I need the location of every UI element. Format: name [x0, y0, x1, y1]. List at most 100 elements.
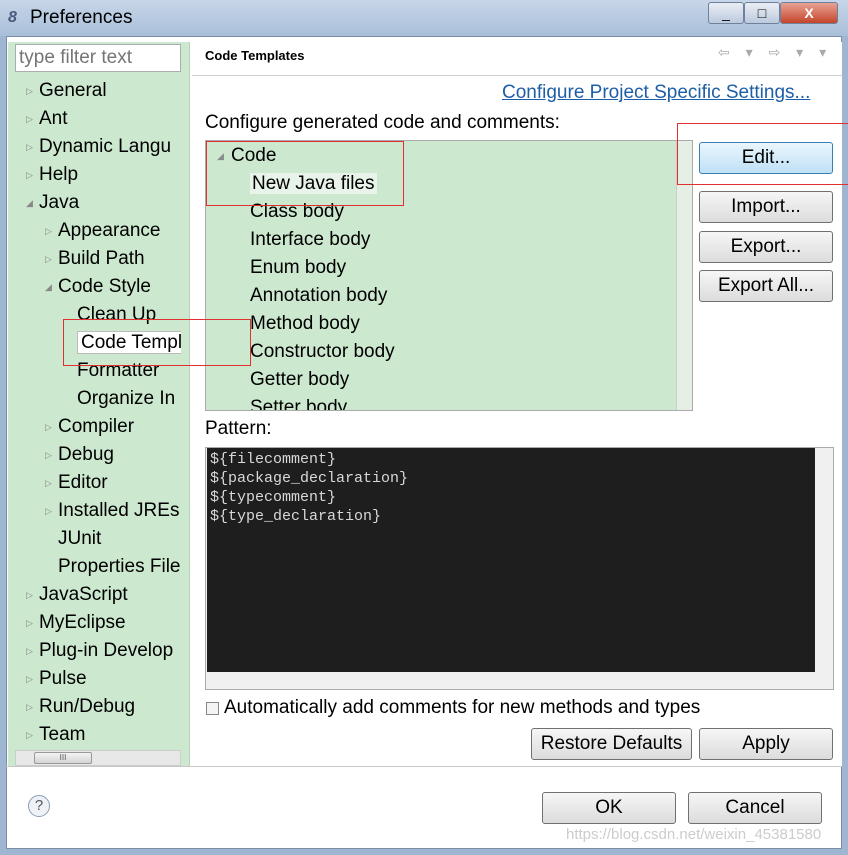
tree-item[interactable]: ◢ Code Style: [45, 274, 151, 300]
collapsed-arrow-icon[interactable]: ▷: [26, 610, 33, 636]
tree-item-label: Plug-in Develop: [39, 640, 174, 661]
footer-divider: [6, 766, 842, 767]
collapsed-arrow-icon[interactable]: ▷: [26, 78, 33, 104]
collapsed-arrow-icon[interactable]: ▷: [45, 414, 52, 440]
tree-item[interactable]: ▷ Pulse: [26, 666, 87, 692]
nav-arrows-icon[interactable]: ⇦ ▾ ⇨ ▾ ▾: [718, 44, 832, 61]
ok-button[interactable]: OK: [542, 792, 676, 824]
template-item-label: Setter body: [250, 397, 348, 411]
tree-item-label: Installed JREs: [58, 500, 180, 521]
tree-item[interactable]: ▷ Plug-in Develop: [26, 638, 174, 664]
template-item[interactable]: Annotation body: [250, 283, 387, 309]
tree-item[interactable]: ◢ Java: [26, 190, 79, 216]
annotation-box: [677, 123, 848, 185]
tree-item-label: Compiler: [58, 416, 135, 437]
template-item[interactable]: Getter body: [250, 367, 349, 393]
editor-vscrollbar[interactable]: [815, 448, 833, 672]
tree-item-label: Run/Debug: [39, 696, 136, 717]
pattern-editor[interactable]: ${filecomment} ${package_declaration} ${…: [207, 448, 815, 672]
tree-item[interactable]: ▷ Build Path: [45, 246, 145, 272]
annotation-box: [63, 319, 251, 366]
tree-item[interactable]: Properties File: [58, 554, 181, 580]
help-icon[interactable]: ?: [28, 795, 50, 817]
collapsed-arrow-icon[interactable]: ▷: [45, 246, 52, 272]
template-item-label: Enum body: [250, 257, 347, 278]
tree-item[interactable]: ▷ MyEclipse: [26, 610, 126, 636]
expanded-arrow-icon[interactable]: ◢: [45, 274, 52, 300]
tree-item[interactable]: ▷ Editor: [45, 470, 108, 496]
collapsed-arrow-icon[interactable]: ▷: [45, 498, 52, 524]
export-button[interactable]: Export...: [699, 231, 833, 263]
apply-button[interactable]: Apply: [699, 728, 833, 760]
template-item-label: Interface body: [250, 229, 371, 250]
tree-item-label: Help: [39, 164, 79, 185]
collapsed-arrow-icon[interactable]: ▷: [26, 134, 33, 160]
tree-item-label: Ant: [39, 108, 68, 129]
template-item-label: Annotation body: [250, 285, 388, 306]
tree-item-label: Code Style: [58, 276, 151, 297]
import-button[interactable]: Import...: [699, 191, 833, 223]
collapsed-arrow-icon[interactable]: ▷: [26, 722, 33, 748]
app-icon: 8: [8, 9, 17, 26]
collapsed-arrow-icon[interactable]: ▷: [45, 442, 52, 468]
tree-item-label: Organize In: [77, 388, 176, 409]
expanded-arrow-icon[interactable]: ◢: [26, 190, 33, 216]
tree-item-label: JUnit: [58, 528, 102, 549]
template-item[interactable]: Interface body: [250, 227, 370, 253]
tree-item[interactable]: ▷ Appearance: [45, 218, 160, 244]
tree-item[interactable]: ▷ Team: [26, 722, 86, 748]
restore-defaults-button[interactable]: Restore Defaults: [531, 728, 692, 760]
project-settings-link[interactable]: Configure Project Specific Settings...: [502, 82, 810, 104]
tree-item-label: Team: [39, 724, 86, 745]
auto-comments-checkbox[interactable]: [206, 702, 219, 715]
editor-hscrollbar[interactable]: [207, 672, 815, 689]
collapsed-arrow-icon[interactable]: ▷: [26, 582, 33, 608]
tree-item-label: Debug: [58, 444, 114, 465]
close-button[interactable]: X: [780, 2, 838, 24]
tree-item[interactable]: Organize In: [77, 386, 175, 412]
tree-item[interactable]: ▷ General: [26, 78, 107, 104]
tree-item[interactable]: ▷ Installed JREs: [45, 498, 180, 524]
template-item-label: Getter body: [250, 369, 350, 390]
tree-item-label: Pulse: [39, 668, 87, 689]
collapsed-arrow-icon[interactable]: ▷: [26, 666, 33, 692]
collapsed-arrow-icon[interactable]: ▷: [26, 106, 33, 132]
preference-tree: ▷ General ▷ Ant ▷ Dynamic Langu ▷ Help ◢ Java ▷ App…: [15, 77, 181, 749]
tree-item[interactable]: ▷ Help: [26, 162, 79, 188]
tree-item-label: MyEclipse: [39, 612, 126, 633]
collapsed-arrow-icon[interactable]: ▷: [45, 470, 52, 496]
header-divider: [192, 75, 842, 76]
tree-item[interactable]: ▷ Run/Debug: [26, 694, 136, 720]
tree-item-label: Build Path: [58, 248, 145, 269]
template-item-label: Constructor body: [250, 341, 395, 362]
template-item[interactable]: Setter body: [250, 395, 348, 411]
template-item[interactable]: Constructor body: [250, 339, 395, 365]
window-title: Preferences: [30, 7, 133, 28]
collapsed-arrow-icon[interactable]: ▷: [26, 694, 33, 720]
maximize-button[interactable]: □: [744, 2, 780, 24]
minimize-button[interactable]: _: [708, 2, 744, 24]
collapsed-arrow-icon[interactable]: ▷: [26, 162, 33, 188]
annotation-box: [206, 141, 404, 206]
tree-item[interactable]: JUnit: [58, 526, 101, 552]
scroll-thumb[interactable]: III: [34, 752, 92, 764]
collapsed-arrow-icon[interactable]: ▷: [26, 638, 33, 664]
template-item[interactable]: Enum body: [250, 255, 346, 281]
watermark: https://blog.csdn.net/weixin_45381580: [566, 826, 822, 843]
template-item-label: Method body: [250, 313, 360, 334]
export-all-button[interactable]: Export All...: [699, 270, 833, 302]
tree-item[interactable]: ▷ Dynamic Langu: [26, 134, 171, 160]
tree-item[interactable]: ▷ Ant: [26, 106, 68, 132]
collapsed-arrow-icon[interactable]: ▷: [45, 218, 52, 244]
auto-comments-label[interactable]: Automatically add comments for new metho…: [224, 697, 700, 719]
filter-input[interactable]: [15, 44, 181, 72]
tree-item[interactable]: ▷ JavaScript: [26, 582, 128, 608]
cancel-button[interactable]: Cancel: [688, 792, 822, 824]
tree-item-label: General: [39, 80, 107, 101]
tree-item-label: JavaScript: [39, 584, 128, 605]
tree-item[interactable]: ▷ Debug: [45, 442, 114, 468]
page-title: Code Templates: [205, 48, 305, 63]
template-item[interactable]: Method body: [250, 311, 360, 337]
tree-item-label: Editor: [58, 472, 108, 493]
tree-item[interactable]: ▷ Compiler: [45, 414, 135, 440]
